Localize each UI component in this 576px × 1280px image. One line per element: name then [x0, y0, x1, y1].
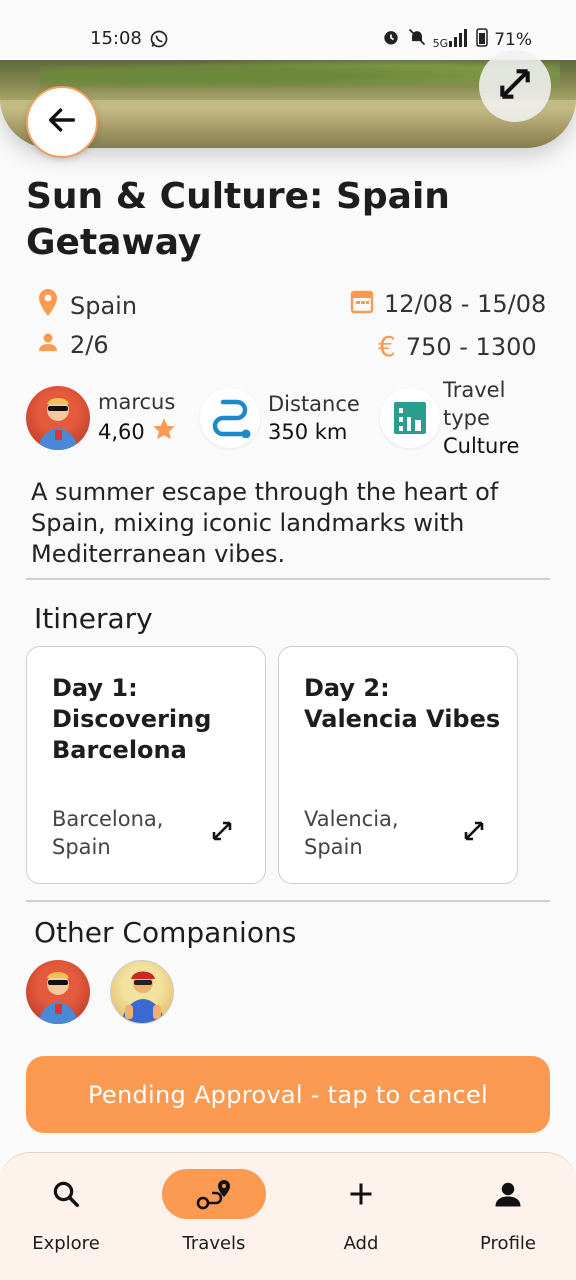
fullscreen-button[interactable]	[479, 50, 551, 122]
day-title: Day 1: Discovering Barcelona	[52, 674, 212, 764]
organizer-stat[interactable]: marcus 4,60	[26, 386, 177, 450]
bottom-nav: Explore Travels Add Profile	[0, 1152, 576, 1280]
trip-price: 750 - 1300	[405, 332, 537, 361]
back-button[interactable]	[26, 86, 98, 158]
nav-add-label: Add	[343, 1233, 379, 1254]
nav-travels-label: Travels	[182, 1233, 246, 1254]
trip-country: Spain	[70, 292, 138, 320]
status-time: 15:08	[90, 28, 142, 49]
distance-stat: Distance 350 km	[200, 388, 360, 448]
signal-icon: 5G	[433, 29, 471, 50]
travel-type-label-2: type	[443, 406, 490, 430]
travel-type-label-1: Travel	[443, 378, 506, 402]
companion-avatar[interactable]	[26, 960, 90, 1024]
price-row: € 750 - 1300	[378, 330, 537, 363]
organizer-name: marcus	[98, 389, 176, 414]
battery-icon	[476, 27, 488, 52]
companions-heading: Other Companions	[34, 916, 297, 949]
itinerary-day-card[interactable]: Day 2: Valencia Vibes Valencia, Spain	[278, 646, 518, 884]
nav-profile-label: Profile	[480, 1233, 536, 1254]
day-title: Day 2: Valencia Vibes	[304, 674, 501, 733]
arrow-left-icon	[45, 103, 79, 141]
divider	[26, 900, 550, 902]
participants-row: 2/6	[36, 330, 109, 360]
search-icon	[14, 1169, 118, 1219]
day-location: Valencia, Spain	[304, 807, 399, 859]
battery-level: 71%	[494, 29, 532, 50]
route-icon	[162, 1169, 266, 1219]
mute-icon	[407, 27, 427, 52]
distance-value: 350 km	[268, 420, 348, 444]
itinerary-day-card[interactable]: Day 1: Discovering Barcelona Barcelona, …	[26, 646, 266, 884]
distance-label: Distance	[268, 392, 360, 416]
dates-row: 12/08 - 15/08	[350, 288, 546, 320]
whatsapp-icon	[149, 29, 169, 53]
trip-description: A summer escape through the heart of Spa…	[31, 478, 499, 568]
divider	[26, 578, 550, 580]
status-bar: 15:08 5G 71%	[0, 0, 576, 60]
country-row: Spain	[36, 288, 137, 324]
companion-avatar[interactable]	[110, 960, 174, 1024]
day-location: Barcelona, Spain	[52, 807, 164, 859]
nav-explore-label: Explore	[32, 1233, 100, 1254]
nav-travels[interactable]: Travels	[154, 1169, 274, 1269]
travel-type-stat: Travel type Culture	[380, 376, 519, 460]
expand-icon[interactable]	[462, 819, 486, 847]
companions-list	[26, 960, 174, 1024]
euro-icon: €	[378, 330, 396, 363]
travel-type-value: Culture	[443, 434, 520, 458]
location-pin-icon	[36, 288, 60, 324]
trip-dates: 12/08 - 15/08	[384, 290, 547, 318]
pending-approval-button[interactable]: Pending Approval - tap to cancel	[26, 1056, 550, 1133]
building-icon	[380, 388, 440, 448]
trip-title: Sun & Culture: Spain Getaway	[26, 176, 450, 263]
nav-profile[interactable]: Profile	[448, 1169, 568, 1269]
plus-icon	[309, 1169, 413, 1219]
route-icon	[200, 388, 260, 448]
person-icon	[36, 330, 60, 360]
expand-icon	[496, 65, 534, 107]
person-icon	[456, 1169, 560, 1219]
itinerary-heading: Itinerary	[34, 602, 153, 635]
star-icon	[151, 416, 177, 449]
calendar-icon	[350, 288, 374, 320]
alarm-icon	[381, 27, 401, 52]
organizer-rating: 4,60	[98, 420, 145, 444]
nav-explore[interactable]: Explore	[6, 1169, 126, 1269]
nav-add[interactable]: Add	[301, 1169, 421, 1269]
organizer-avatar[interactable]	[26, 386, 90, 450]
expand-icon[interactable]	[210, 819, 234, 847]
trip-participants: 2/6	[70, 331, 109, 359]
